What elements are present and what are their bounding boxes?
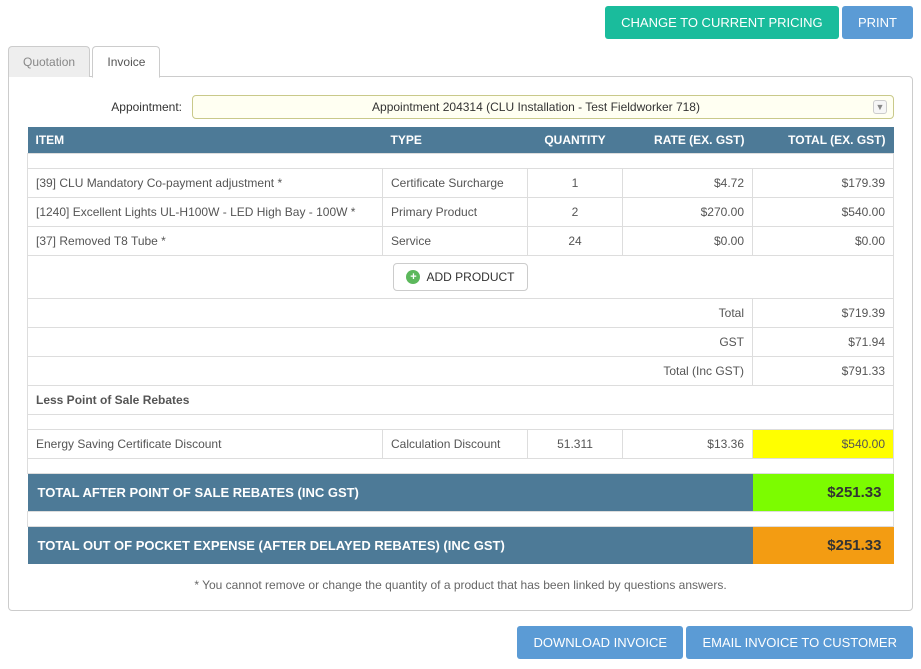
- cell-type: Primary Product: [383, 198, 528, 227]
- summary-value: $71.94: [753, 328, 894, 357]
- summary-label: GST: [28, 328, 753, 357]
- cell-rate: $270.00: [623, 198, 753, 227]
- cell-type: Service: [383, 227, 528, 256]
- total-pocket-value: $251.33: [753, 527, 894, 565]
- appointment-label: Appointment:: [27, 100, 192, 114]
- add-product-row: + ADD PRODUCT: [28, 256, 894, 299]
- appointment-row: Appointment: Appointment 204314 (CLU Ins…: [27, 95, 894, 127]
- email-invoice-button[interactable]: EMAIL INVOICE TO CUSTOMER: [686, 626, 913, 659]
- summary-total: Total $719.39: [28, 299, 894, 328]
- tab-quotation[interactable]: Quotation: [8, 46, 90, 77]
- cell-qty: 1: [528, 169, 623, 198]
- cell-rate: $0.00: [623, 227, 753, 256]
- bottom-action-bar: DOWNLOAD INVOICE EMAIL INVOICE TO CUSTOM…: [0, 620, 921, 669]
- top-action-bar: CHANGE TO CURRENT PRICING PRINT: [0, 0, 921, 39]
- table-row: [39] CLU Mandatory Co-payment adjustment…: [28, 169, 894, 198]
- tab-bar: Quotation Invoice: [0, 39, 921, 77]
- tab-invoice[interactable]: Invoice: [92, 46, 160, 78]
- cell-qty: 2: [528, 198, 623, 227]
- summary-label: Total (Inc GST): [28, 357, 753, 386]
- cell-item: [39] CLU Mandatory Co-payment adjustment…: [28, 169, 383, 198]
- col-rate: RATE (EX. GST): [623, 127, 753, 154]
- cell-qty: 24: [528, 227, 623, 256]
- cell-item: [1240] Excellent Lights UL-H100W - LED H…: [28, 198, 383, 227]
- summary-gst: GST $71.94: [28, 328, 894, 357]
- appointment-select[interactable]: Appointment 204314 (CLU Installation - T…: [192, 95, 894, 119]
- orange-separator: [28, 415, 894, 430]
- total-pocket-row: TOTAL OUT OF POCKET EXPENSE (AFTER DELAY…: [28, 527, 894, 565]
- cell-rate: $13.36: [623, 430, 753, 459]
- summary-value: $791.33: [753, 357, 894, 386]
- cell-item: [37] Removed T8 Tube *: [28, 227, 383, 256]
- appointment-selected-value: Appointment 204314 (CLU Installation - T…: [372, 100, 700, 114]
- footnote: * You cannot remove or change the quanti…: [27, 564, 894, 600]
- add-product-button[interactable]: + ADD PRODUCT: [393, 263, 527, 291]
- table-row: [1240] Excellent Lights UL-H100W - LED H…: [28, 198, 894, 227]
- table-row: Energy Saving Certificate Discount Calcu…: [28, 430, 894, 459]
- cell-type: Certificate Surcharge: [383, 169, 528, 198]
- total-after-rebates-value: $251.33: [753, 474, 894, 512]
- change-pricing-button[interactable]: CHANGE TO CURRENT PRICING: [605, 6, 839, 39]
- col-qty: QUANTITY: [528, 127, 623, 154]
- total-after-rebates-label: TOTAL AFTER POINT OF SALE REBATES (INC G…: [28, 474, 753, 512]
- total-after-rebates-row: TOTAL AFTER POINT OF SALE REBATES (INC G…: [28, 474, 894, 512]
- summary-value: $719.39: [753, 299, 894, 328]
- cell-total: $540.00: [753, 198, 894, 227]
- table-row: [37] Removed T8 Tube * Service 24 $0.00 …: [28, 227, 894, 256]
- table-header-row: ITEM TYPE QUANTITY RATE (EX. GST) TOTAL …: [28, 127, 894, 154]
- cell-total: $0.00: [753, 227, 894, 256]
- col-item: ITEM: [28, 127, 383, 154]
- download-invoice-button[interactable]: DOWNLOAD INVOICE: [517, 626, 683, 659]
- cell-type: Calculation Discount: [383, 430, 528, 459]
- cell-rate: $4.72: [623, 169, 753, 198]
- print-button[interactable]: PRINT: [842, 6, 913, 39]
- total-pocket-label: TOTAL OUT OF POCKET EXPENSE (AFTER DELAY…: [28, 527, 753, 565]
- cell-item: Energy Saving Certificate Discount: [28, 430, 383, 459]
- rebates-header: Less Point of Sale Rebates: [28, 386, 894, 415]
- chevron-down-icon: ▼: [873, 100, 887, 114]
- col-type: TYPE: [383, 127, 528, 154]
- summary-label: Total: [28, 299, 753, 328]
- cell-total: $179.39: [753, 169, 894, 198]
- invoice-table: ITEM TYPE QUANTITY RATE (EX. GST) TOTAL …: [27, 127, 894, 564]
- invoice-panel: Appointment: Appointment 204314 (CLU Ins…: [8, 76, 913, 611]
- summary-inc-gst: Total (Inc GST) $791.33: [28, 357, 894, 386]
- orange-separator: [28, 154, 894, 169]
- add-product-label: ADD PRODUCT: [426, 270, 514, 284]
- plus-icon: +: [406, 270, 420, 284]
- cell-total: $540.00: [753, 430, 894, 459]
- cell-qty: 51.311: [528, 430, 623, 459]
- col-total: TOTAL (EX. GST): [753, 127, 894, 154]
